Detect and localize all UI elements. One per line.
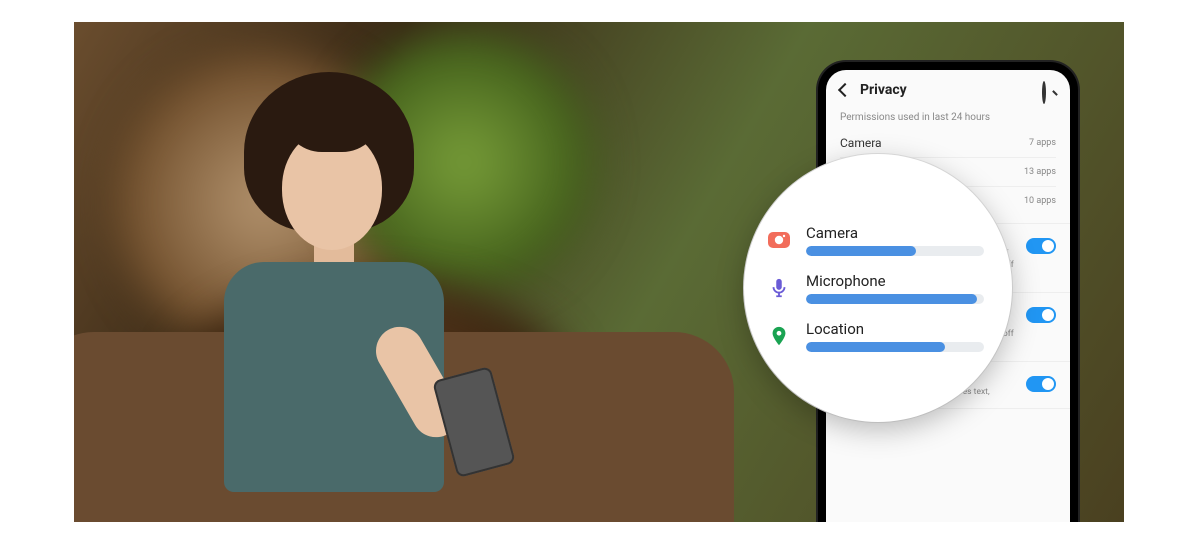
- page-title: Privacy: [860, 82, 1032, 98]
- magnifier-row-camera: Camera: [766, 224, 984, 256]
- held-phone: [432, 366, 516, 478]
- phone-header: Privacy: [826, 70, 1070, 106]
- magnifier-label: Location: [806, 320, 984, 338]
- toggle-clipboard-access[interactable]: [1026, 376, 1056, 392]
- magnifier-fill: [806, 246, 916, 256]
- magnifier-bar: [806, 342, 984, 352]
- magnifier-label: Microphone: [806, 272, 984, 290]
- person-illustration: [164, 72, 524, 502]
- magnifier-fill: [806, 294, 977, 304]
- microphone-icon: [766, 275, 792, 301]
- permission-name: Camera: [840, 136, 882, 150]
- magnifier-bar: [806, 246, 984, 256]
- magnifier-label: Camera: [806, 224, 984, 242]
- magnifier-bar: [806, 294, 984, 304]
- magnifier-callout: Camera Microphone Location: [744, 154, 1012, 422]
- camera-icon: [766, 227, 792, 253]
- permission-count: 7 apps: [1029, 138, 1056, 148]
- magnifier-fill: [806, 342, 945, 352]
- toggle-microphone-access[interactable]: [1026, 307, 1056, 323]
- magnifier-row-location: Location: [766, 320, 984, 352]
- promo-composite: Privacy Permissions used in last 24 hour…: [74, 22, 1124, 522]
- permission-count: 10 apps: [1024, 196, 1056, 206]
- search-icon[interactable]: [1042, 83, 1056, 97]
- magnifier-body: Camera: [806, 224, 984, 256]
- permission-count: 13 apps: [1024, 167, 1056, 177]
- section-label: Permissions used in last 24 hours: [826, 106, 1070, 129]
- magnifier-row-microphone: Microphone: [766, 272, 984, 304]
- magnifier-body: Location: [806, 320, 984, 352]
- back-icon[interactable]: [838, 83, 852, 97]
- toggle-camera-access[interactable]: [1026, 238, 1056, 254]
- location-icon: [766, 323, 792, 349]
- magnifier-body: Microphone: [806, 272, 984, 304]
